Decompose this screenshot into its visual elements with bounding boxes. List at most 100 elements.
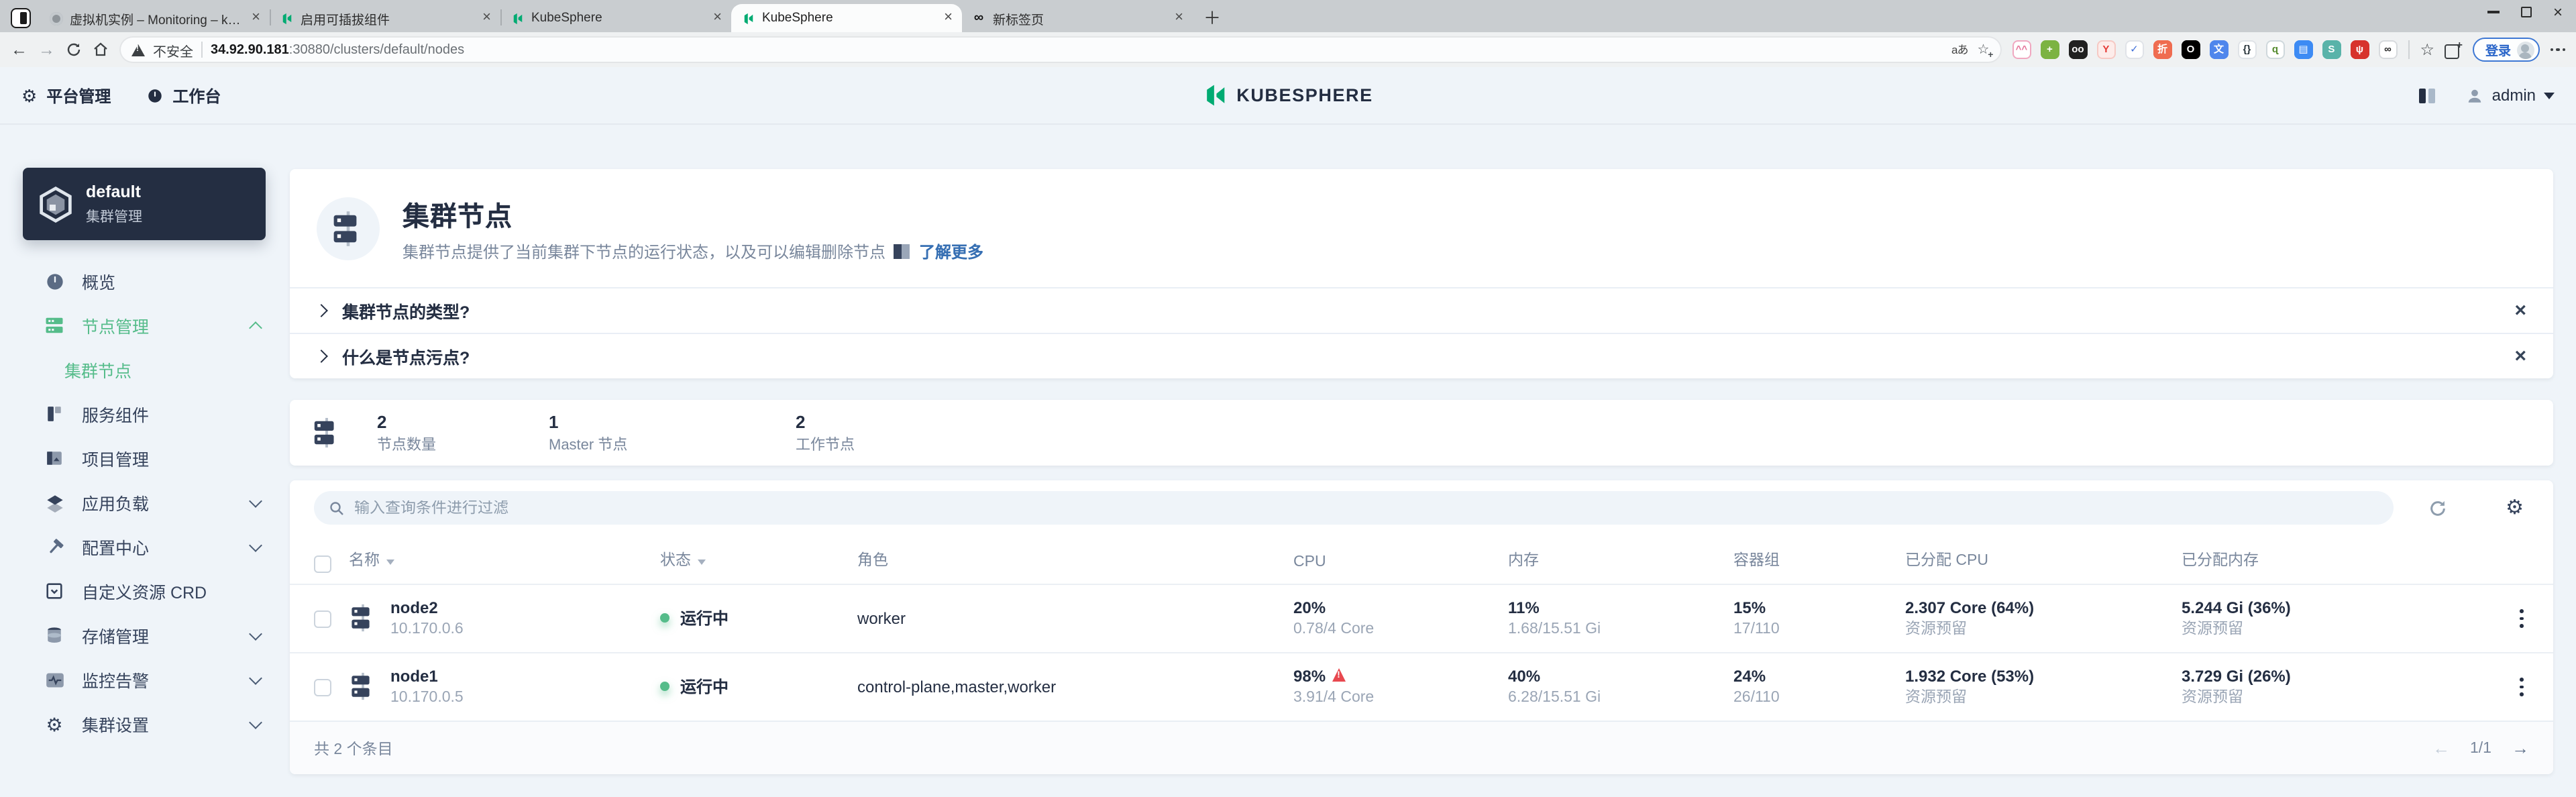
zhe-extension-icon[interactable]: 折 [2153, 40, 2172, 59]
red-figure-extension-icon[interactable]: Y [2096, 40, 2116, 59]
column-allocated-memory: 已分配内存 [2182, 553, 2259, 569]
sidebar-item-configuration-center[interactable]: 配置中心 [0, 525, 287, 569]
cluster-selector[interactable]: default 集群管理 [23, 168, 266, 240]
ring-extension-icon[interactable]: O [2181, 40, 2200, 59]
sidebar-item-workloads[interactable]: 应用负载 [0, 480, 287, 525]
s-extension-icon[interactable]: S [2322, 40, 2341, 59]
table-settings-icon[interactable]: ⚙ [2506, 498, 2524, 518]
sidebar-item-label: 监控告警 [82, 672, 150, 691]
home-button[interactable] [93, 42, 109, 58]
table-row-node2[interactable]: node2 10.170.0.6 运行中 worker 20% 0.78/4 C… [290, 584, 2553, 652]
sidebar-item-service-components[interactable]: 服务组件 [0, 392, 287, 436]
stat-worker-nodes: 2 工作节点 [796, 410, 855, 455]
refresh-button[interactable] [66, 42, 82, 58]
warning-icon [1332, 668, 1346, 683]
sidebar-item-cluster-nodes[interactable]: 集群节点 [0, 348, 287, 392]
tab-close-icon[interactable]: × [944, 10, 953, 25]
node-ip: 10.170.0.5 [390, 690, 464, 706]
favorites-icon[interactable]: ☆ [2420, 40, 2434, 59]
tab-close-icon[interactable]: × [252, 10, 260, 25]
page-icon-circle [317, 197, 380, 260]
column-name[interactable]: 名称 [349, 549, 660, 570]
tab-close-icon[interactable]: × [713, 10, 722, 25]
pagination-next-button[interactable]: → [2512, 738, 2529, 758]
back-button[interactable]: ← [11, 41, 28, 58]
node-name-link[interactable]: node1 [390, 665, 464, 688]
refresh-icon[interactable] [2428, 498, 2447, 517]
user-menu[interactable]: admin [2467, 86, 2555, 105]
table-header: 名称 状态 角色 CPU 内存 容器组 已分配 CPU 已分配内存 [290, 525, 2553, 584]
close-button[interactable]: × [2553, 4, 2563, 20]
sidebar-item-label: 集群节点 [64, 362, 132, 381]
status-dot-icon [660, 613, 669, 623]
crd-icon [44, 581, 64, 601]
page-title: 集群节点 [402, 202, 513, 231]
translate-icon[interactable]: aあ [1951, 42, 1968, 58]
toolbox-icon[interactable] [2418, 87, 2437, 104]
sidebar-item-label: 存储管理 [82, 628, 150, 647]
translate-extension-icon[interactable]: 文 [2209, 40, 2229, 59]
sidebar-item-storage-management[interactable]: 存储管理 [0, 613, 287, 657]
sidebar-item-node-management[interactable]: 节点管理 [0, 303, 287, 348]
collections-icon[interactable] [2445, 39, 2463, 59]
logo-text: KUBESPHERE [1236, 85, 1373, 105]
workbench-nav[interactable]: 工作台 [146, 84, 221, 107]
tab-close-icon[interactable]: × [482, 10, 491, 25]
gray-circle-favicon-icon [48, 11, 63, 25]
tab-label: 虚拟机实例 – Monitoring – kube… [70, 13, 246, 28]
pagination-prev-button[interactable]: ← [2432, 738, 2450, 758]
minimize-button[interactable] [2487, 11, 2500, 13]
braces-extension-icon[interactable]: {} [2237, 40, 2257, 59]
close-icon[interactable]: × [2514, 301, 2526, 321]
gear-icon: ⚙ [46, 713, 63, 735]
hand-extension-icon[interactable]: ψ [2350, 40, 2369, 59]
row-checkbox[interactable] [314, 610, 331, 627]
kubesphere-favicon-icon [741, 11, 755, 25]
health-extension-icon[interactable]: + [2040, 40, 2059, 59]
faq-node-taints[interactable]: 什么是节点污点? × [290, 333, 2553, 378]
close-icon[interactable]: × [2514, 346, 2526, 366]
sidebar-item-crd[interactable]: 自定义资源 CRD [0, 569, 287, 613]
tab-plugin-components[interactable]: 启用可插拔组件 × [270, 4, 500, 32]
sidebar-item-overview[interactable]: 概览 [0, 259, 287, 303]
select-all-checkbox[interactable] [314, 555, 331, 573]
tab-new-tab[interactable]: ∞ 新标签页 × [962, 4, 1193, 32]
person-extension-icon[interactable]: ɋ [2265, 40, 2285, 59]
node-name-link[interactable]: node2 [390, 596, 464, 619]
faq-node-types[interactable]: 集群节点的类型? × [290, 287, 2553, 333]
column-status[interactable]: 状态 [660, 549, 857, 570]
not-secure-warning-icon[interactable] [131, 44, 145, 56]
browser-menu-icon[interactable] [2550, 48, 2565, 52]
tab-kubesphere-active[interactable]: KubeSphere × [731, 4, 962, 32]
infinity-extension-icon[interactable]: ∞ [2378, 40, 2398, 59]
cluster-hexagon-icon [40, 186, 72, 222]
row-more-menu-icon[interactable] [2514, 604, 2529, 633]
tab-monitoring[interactable]: 虚拟机实例 – Monitoring – kube… × [39, 4, 270, 32]
sidebar-item-project-management[interactable]: 项目管理 [0, 436, 287, 480]
login-button[interactable]: 登录 [2473, 38, 2539, 62]
sidebar-item-cluster-settings[interactable]: ⚙ 集群设置 [0, 702, 287, 746]
tab-close-icon[interactable]: × [1175, 10, 1183, 25]
gear-icon: ⚙ [21, 85, 38, 105]
learn-more-link[interactable]: 了解更多 [919, 240, 983, 262]
search-input[interactable] [354, 500, 2379, 516]
platform-management-nav[interactable]: ⚙ 平台管理 [21, 84, 111, 107]
sidebar-item-monitoring-alerting[interactable]: 监控告警 [0, 657, 287, 702]
new-tab-button[interactable]: ＋ [1203, 9, 1221, 27]
bookmark-star-icon[interactable]: ☆ + [1978, 42, 1994, 60]
cat-extension-icon[interactable]: ^^ [2012, 40, 2031, 59]
table-row-node1[interactable]: node1 10.170.0.5 运行中 control-plane,maste… [290, 652, 2553, 721]
check-extension-icon[interactable]: ✓ [2125, 40, 2144, 59]
maximize-button[interactable] [2520, 7, 2532, 17]
row-more-menu-icon[interactable] [2514, 673, 2529, 702]
forward-button[interactable]: → [38, 41, 55, 58]
row-checkbox[interactable] [314, 678, 331, 696]
eyes-extension-icon[interactable]: oo [2068, 40, 2088, 59]
address-bar[interactable]: 不安全 34.92.90.181:30880/clusters/default/… [119, 36, 2002, 63]
tab-kubesphere-1[interactable]: KubeSphere × [500, 4, 731, 32]
search-bar[interactable] [314, 491, 2394, 525]
sidebar-item-label: 集群设置 [82, 716, 150, 735]
kubesphere-logo[interactable]: KUBESPHERE [1203, 83, 1373, 108]
docs-extension-icon[interactable]: ▤ [2294, 40, 2313, 59]
workspaces-icon[interactable] [11, 8, 31, 28]
